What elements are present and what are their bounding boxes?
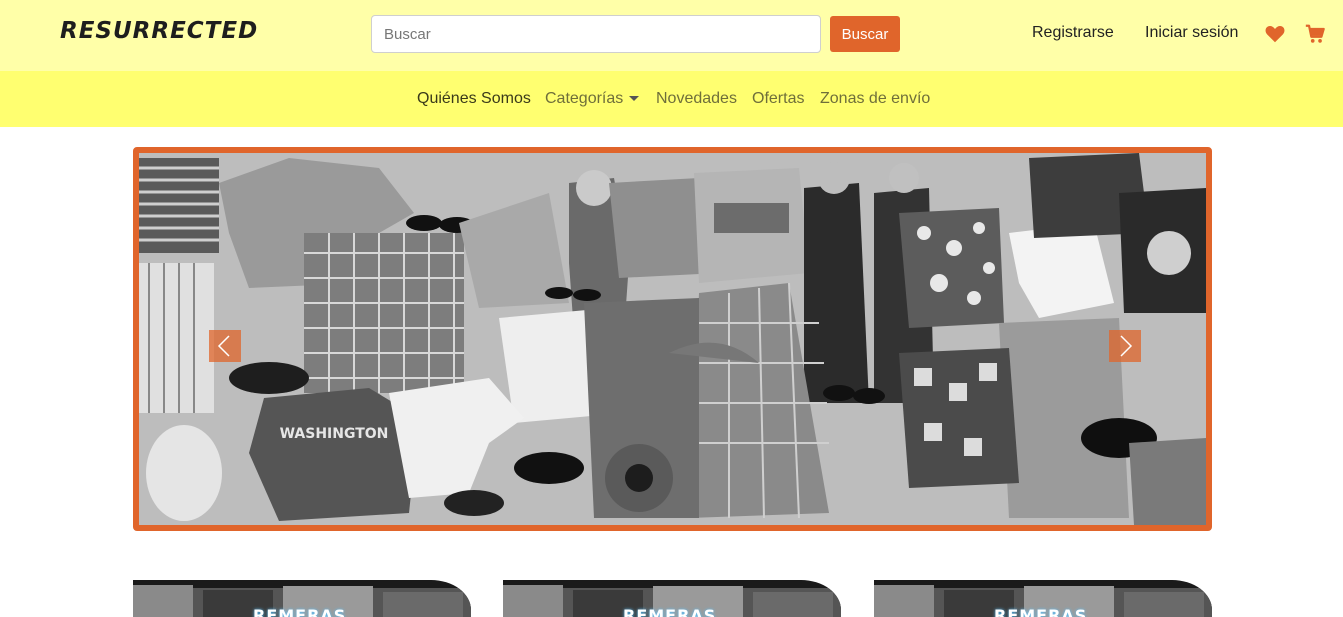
hero-carousel: WASHINGTON bbox=[133, 147, 1212, 531]
nav-item-novedades[interactable]: Novedades bbox=[656, 90, 737, 108]
top-header: RESURRECTED Buscar Registrarse Iniciar s… bbox=[0, 0, 1343, 71]
clothing-collage-image: WASHINGTON bbox=[139, 153, 1206, 525]
nav-item-label: Categorías bbox=[545, 90, 624, 107]
category-card[interactable]: REMERAS bbox=[874, 580, 1212, 617]
register-link[interactable]: Registrarse bbox=[1032, 24, 1114, 42]
cart-icon[interactable] bbox=[1304, 23, 1326, 45]
nav-item-ofertas[interactable]: Ofertas bbox=[752, 90, 804, 108]
card-label: REMERAS bbox=[623, 606, 717, 617]
nav-item-zonas-envio[interactable]: Zonas de envío bbox=[820, 90, 930, 108]
main-nav: Quiénes Somos Categorías Novedades Ofert… bbox=[0, 71, 1343, 127]
chevron-right-icon bbox=[1120, 335, 1133, 357]
card-label: REMERAS bbox=[994, 606, 1088, 617]
chevron-left-icon bbox=[217, 335, 230, 357]
nav-item-quienes-somos[interactable]: Quiénes Somos bbox=[417, 90, 531, 108]
category-card[interactable]: REMERAS bbox=[503, 580, 841, 617]
svg-text:WASHINGTON: WASHINGTON bbox=[280, 426, 389, 442]
login-link[interactable]: Iniciar sesión bbox=[1145, 24, 1238, 42]
carousel-next-button[interactable] bbox=[1109, 330, 1141, 362]
card-label: REMERAS bbox=[253, 606, 347, 617]
carousel-prev-button[interactable] bbox=[209, 330, 241, 362]
brand-logo[interactable]: RESURRECTED bbox=[60, 18, 258, 44]
heart-icon[interactable] bbox=[1264, 23, 1286, 45]
category-card[interactable]: REMERAS bbox=[133, 580, 471, 617]
nav-item-categorias[interactable]: Categorías bbox=[545, 90, 640, 108]
search-input[interactable] bbox=[371, 15, 821, 53]
search-button[interactable]: Buscar bbox=[830, 16, 900, 52]
caret-down-icon bbox=[629, 96, 640, 102]
